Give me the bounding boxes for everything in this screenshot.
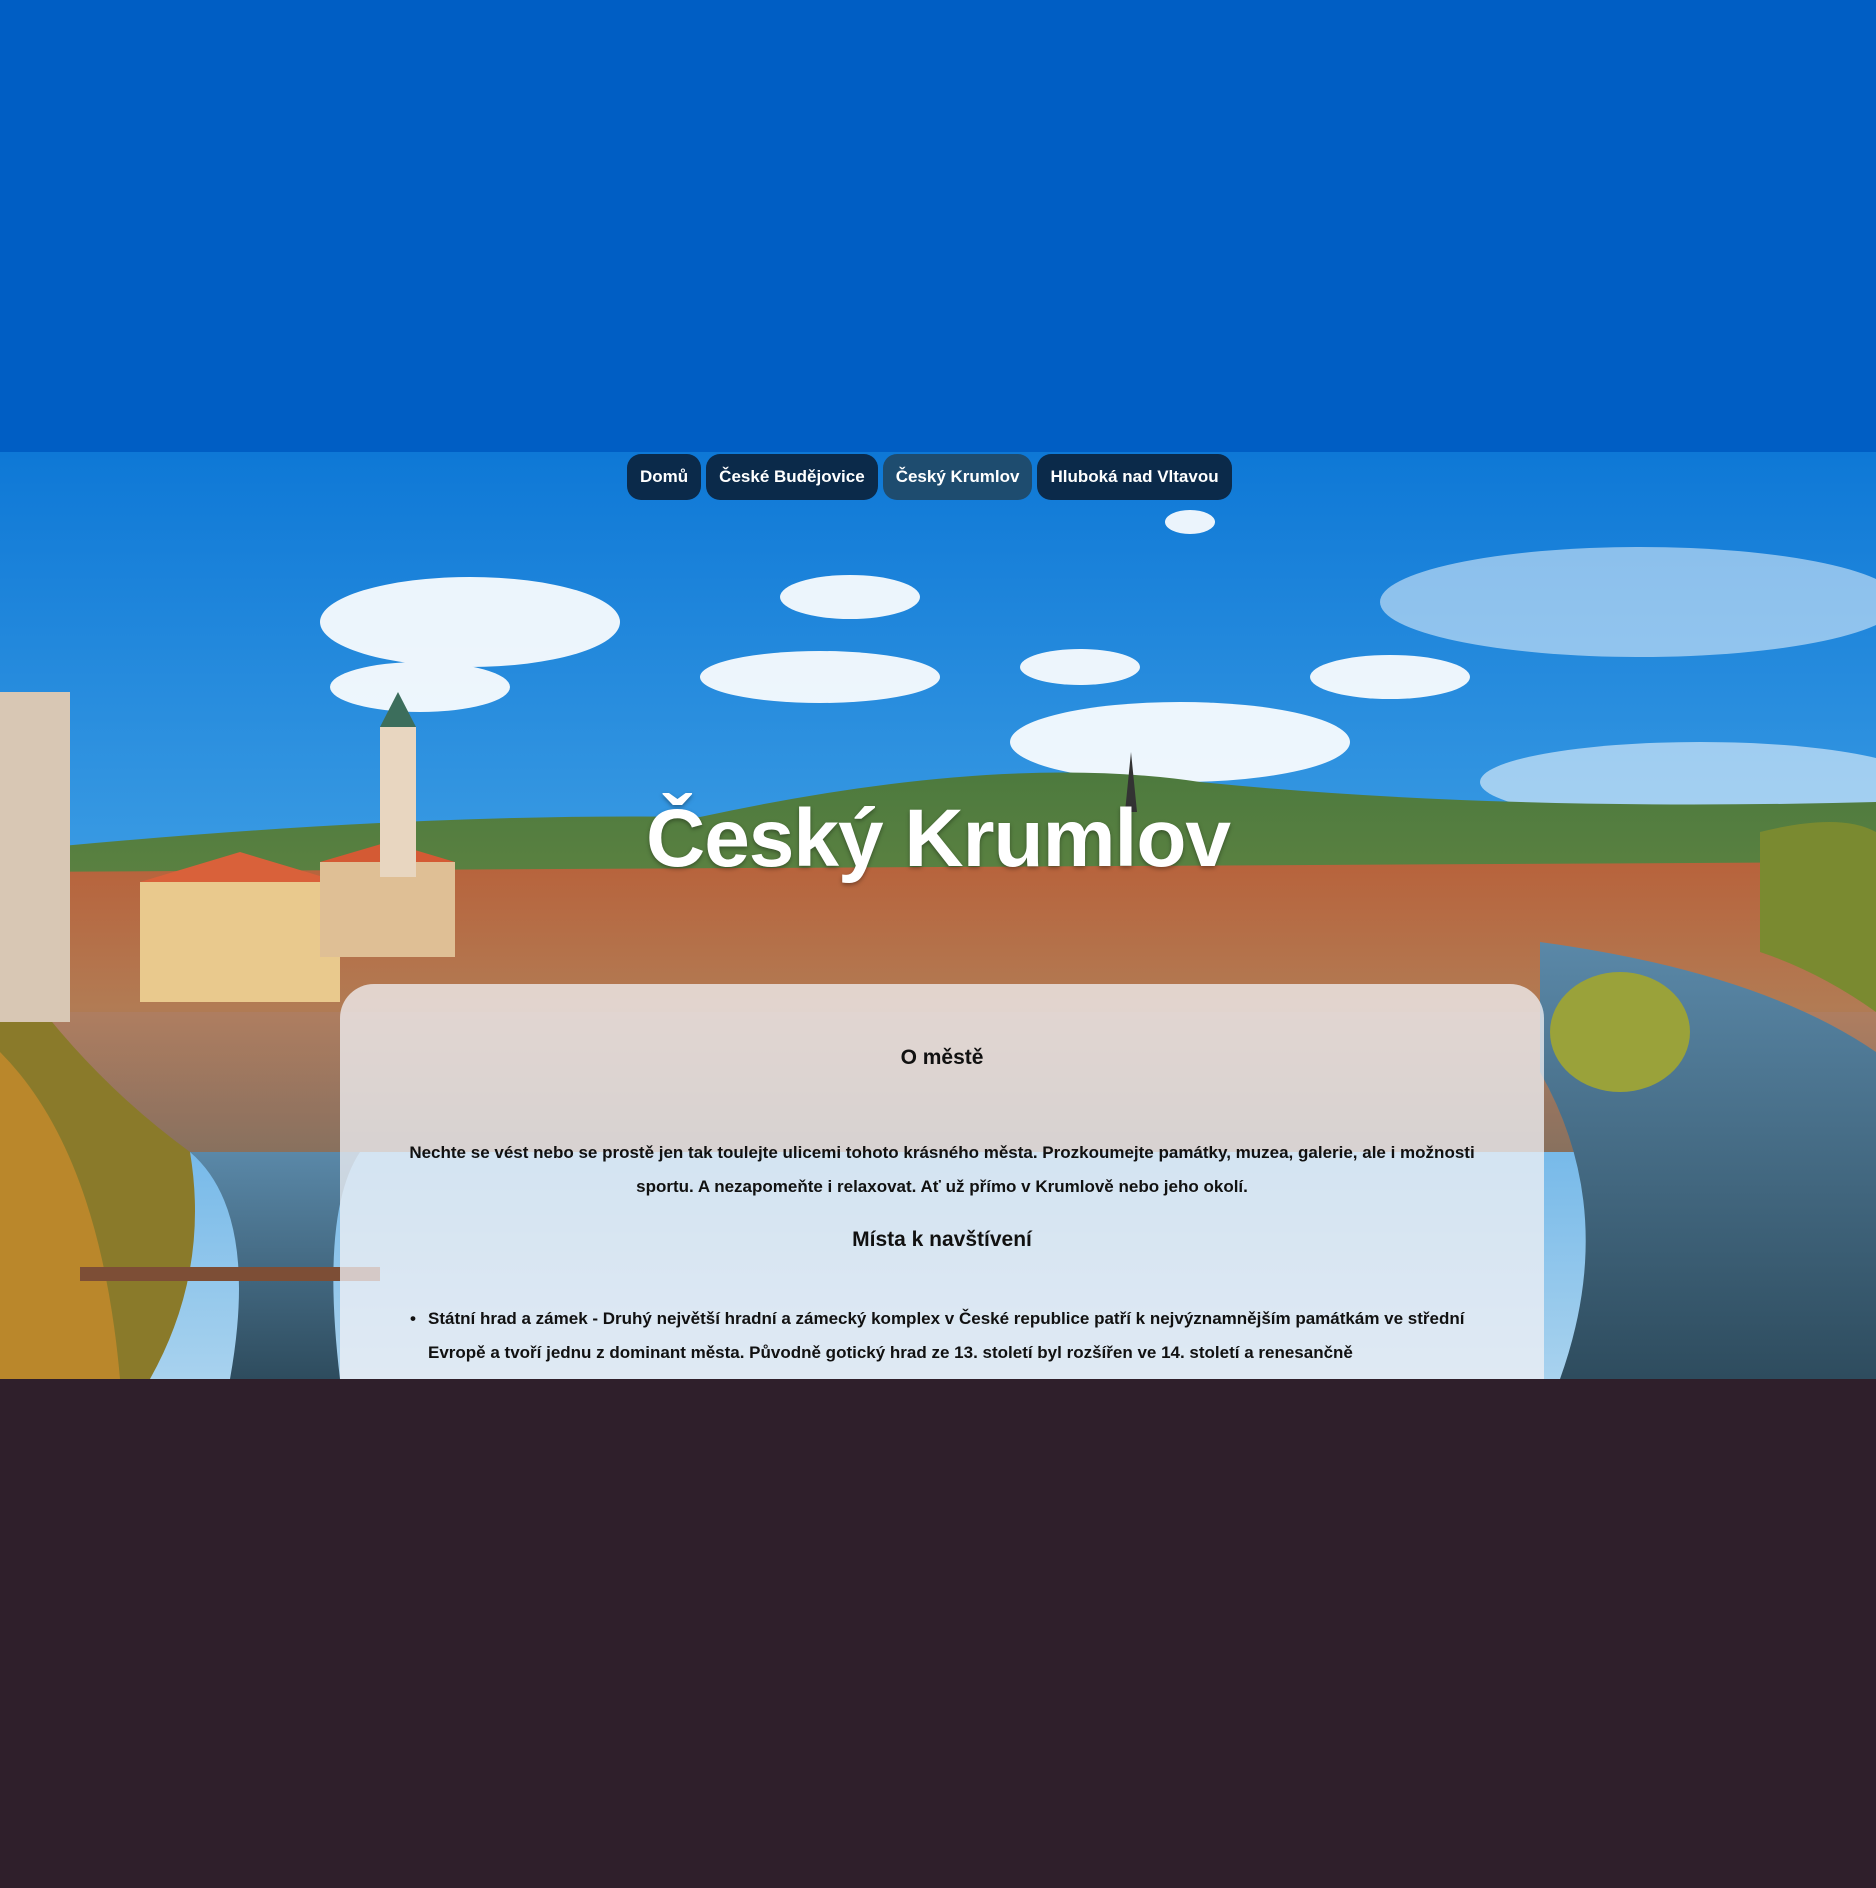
hero-banner: Domů České Budějovice Český Krumlov Hlub… (0, 452, 1876, 1379)
nav-item-domu[interactable]: Domů (627, 454, 702, 500)
nav-item-ceske-budejovice[interactable]: České Budějovice (706, 454, 878, 500)
top-band (0, 0, 1876, 452)
bullet-icon: • (410, 1309, 416, 1328)
places-list: • Státní hrad a zámek - Druhý největší h… (410, 1302, 1504, 1370)
about-heading: O městě (900, 1046, 984, 1069)
main-nav: Domů České Budějovice Český Krumlov Hlub… (627, 454, 1232, 500)
nav-item-cesky-krumlov[interactable]: Český Krumlov (882, 454, 1033, 500)
list-item: • Státní hrad a zámek - Druhý největší h… (410, 1302, 1504, 1370)
page-title: Český Krumlov (645, 793, 1231, 884)
about-text: Nechte se vést nebo se prostě jen tak to… (409, 1143, 1475, 1196)
place-text: Státní hrad a zámek - Druhý největší hra… (428, 1309, 1465, 1362)
places-heading: Místa k navštívení (852, 1228, 1032, 1251)
content-box: O městě Nechte se vést nebo se prostě je… (340, 984, 1544, 1379)
nav-item-hluboka-nad-vltavou[interactable]: Hluboká nad Vltavou (1037, 454, 1232, 500)
